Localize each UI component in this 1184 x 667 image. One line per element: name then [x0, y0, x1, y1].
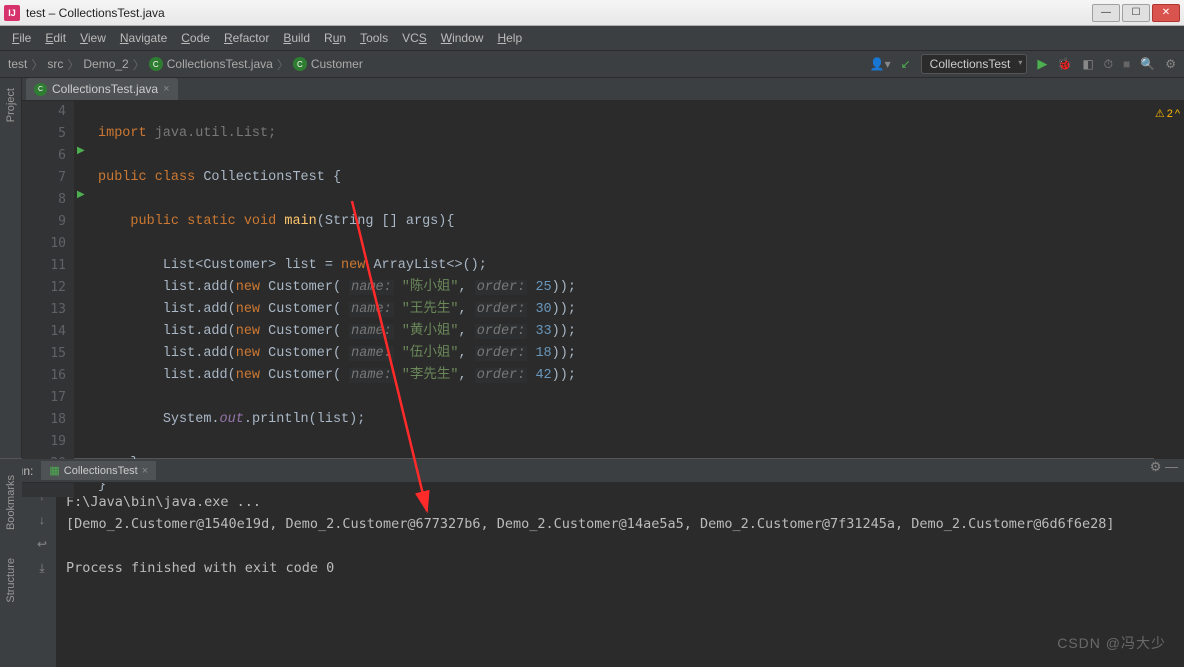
coverage-icon[interactable]: ◧ — [1082, 57, 1093, 71]
bookmarks-tool-button[interactable]: Bookmarks — [5, 471, 17, 534]
search-icon[interactable]: 🔍 — [1140, 57, 1155, 71]
menu-bar: File Edit View Navigate Code Refactor Bu… — [0, 26, 1184, 50]
down-icon[interactable]: ↓ — [39, 513, 45, 527]
main-area: Project C CollectionsTest.java × 4 5 6 7… — [0, 78, 1184, 458]
menu-edit[interactable]: Edit — [39, 29, 72, 47]
code-area[interactable]: 4 5 6 7 8 9 10 11 12 13 14 15 16 17 18 1… — [22, 101, 1184, 497]
menu-window[interactable]: Window — [435, 29, 490, 47]
left-tool-strip: Project — [0, 78, 22, 458]
run-tools-left2: ↑ ↓ ↩ ⤓ — [28, 483, 56, 667]
editor-tab[interactable]: C CollectionsTest.java × — [26, 78, 178, 100]
warning-badge[interactable]: ⚠ 2 ^ — [1155, 107, 1180, 120]
bc-file[interactable]: CollectionsTest.java — [167, 57, 273, 71]
bc-customer[interactable]: Customer — [311, 57, 363, 71]
stop-button[interactable]: ■ — [1123, 57, 1130, 71]
menu-tools[interactable]: Tools — [354, 29, 394, 47]
toolbar-right: 👤▾ ↙ CollectionsTest ▶ 🐞 ◧ ⏱ ■ 🔍 ⚙ — [870, 54, 1176, 74]
app-icon: IJ — [4, 5, 20, 21]
maximize-button[interactable]: ☐ — [1122, 4, 1150, 22]
settings-icon[interactable]: ⚙ — [1165, 57, 1176, 71]
minimize-button[interactable]: — — [1092, 4, 1120, 22]
close-button[interactable]: ✕ — [1152, 4, 1180, 22]
window-title: test – CollectionsTest.java — [26, 6, 1092, 20]
title-bar: IJ test – CollectionsTest.java — ☐ ✕ — [0, 0, 1184, 26]
menu-file[interactable]: File — [6, 29, 37, 47]
debug-button[interactable]: 🐞 — [1057, 57, 1072, 71]
project-tool-button[interactable]: Project — [5, 84, 17, 126]
left-lower-strip: Bookmarks Structure — [0, 465, 22, 645]
menu-view[interactable]: View — [74, 29, 112, 47]
menu-help[interactable]: Help — [491, 29, 528, 47]
menu-run[interactable]: Run — [318, 29, 352, 47]
bc-test[interactable]: test — [8, 57, 27, 71]
run-settings-icon[interactable]: ⚙ — — [1150, 459, 1178, 475]
run-configuration-dropdown[interactable]: CollectionsTest — [921, 54, 1028, 74]
navigation-bar: test〉 src〉 Demo_2〉 C CollectionsTest.jav… — [0, 50, 1184, 78]
window-buttons: — ☐ ✕ — [1092, 4, 1180, 22]
tab-label: CollectionsTest.java — [52, 82, 158, 96]
class-icon: C — [293, 57, 307, 71]
editor: C CollectionsTest.java × 4 5 6 7 8 9 10 … — [22, 78, 1184, 458]
close-run-tab-icon[interactable]: × — [142, 465, 148, 477]
structure-tool-button[interactable]: Structure — [5, 554, 17, 607]
scroll-icon[interactable]: ⤓ — [39, 561, 44, 576]
editor-tabs: C CollectionsTest.java × — [22, 78, 1184, 101]
run-header: Run: ▦ CollectionsTest × ⚙ — — [0, 459, 1184, 483]
code-content[interactable]: import java.util.List; public class Coll… — [74, 101, 1154, 497]
close-tab-icon[interactable]: × — [163, 83, 169, 95]
run-body: ▶ ■ ⇵ ☰ 🖶 🗑 ↑ ↓ ↩ ⤓ F:\Java\bin\java.exe… — [0, 483, 1184, 667]
menu-refactor[interactable]: Refactor — [218, 29, 275, 47]
line-number-gutter: 4 5 6 7 8 9 10 11 12 13 14 15 16 17 18 1… — [22, 101, 74, 497]
right-gutter: ⚠ 2 ^ — [1154, 101, 1184, 497]
user-icon[interactable]: 👤▾ — [870, 57, 891, 71]
bc-src[interactable]: src — [47, 57, 63, 71]
watermark: CSDN @冯大少 — [1057, 633, 1166, 653]
console-output[interactable]: F:\Java\bin\java.exe ... [Demo_2.Custome… — [56, 483, 1184, 667]
breadcrumb[interactable]: test〉 src〉 Demo_2〉 C CollectionsTest.jav… — [8, 56, 363, 73]
menu-navigate[interactable]: Navigate — [114, 29, 173, 47]
profile-icon[interactable]: ⏱ — [1104, 57, 1113, 72]
class-icon: C — [149, 57, 163, 71]
bc-demo2[interactable]: Demo_2 — [83, 57, 128, 71]
class-icon: C — [34, 83, 47, 96]
menu-build[interactable]: Build — [277, 29, 316, 47]
menu-vcs[interactable]: VCS — [396, 29, 433, 47]
run-tab[interactable]: ▦ CollectionsTest × — [41, 461, 156, 480]
wrap-icon[interactable]: ↩ — [37, 537, 47, 551]
menu-code[interactable]: Code — [175, 29, 216, 47]
run-button[interactable]: ▶ — [1037, 56, 1047, 72]
back-icon[interactable]: ↙ — [901, 57, 911, 71]
